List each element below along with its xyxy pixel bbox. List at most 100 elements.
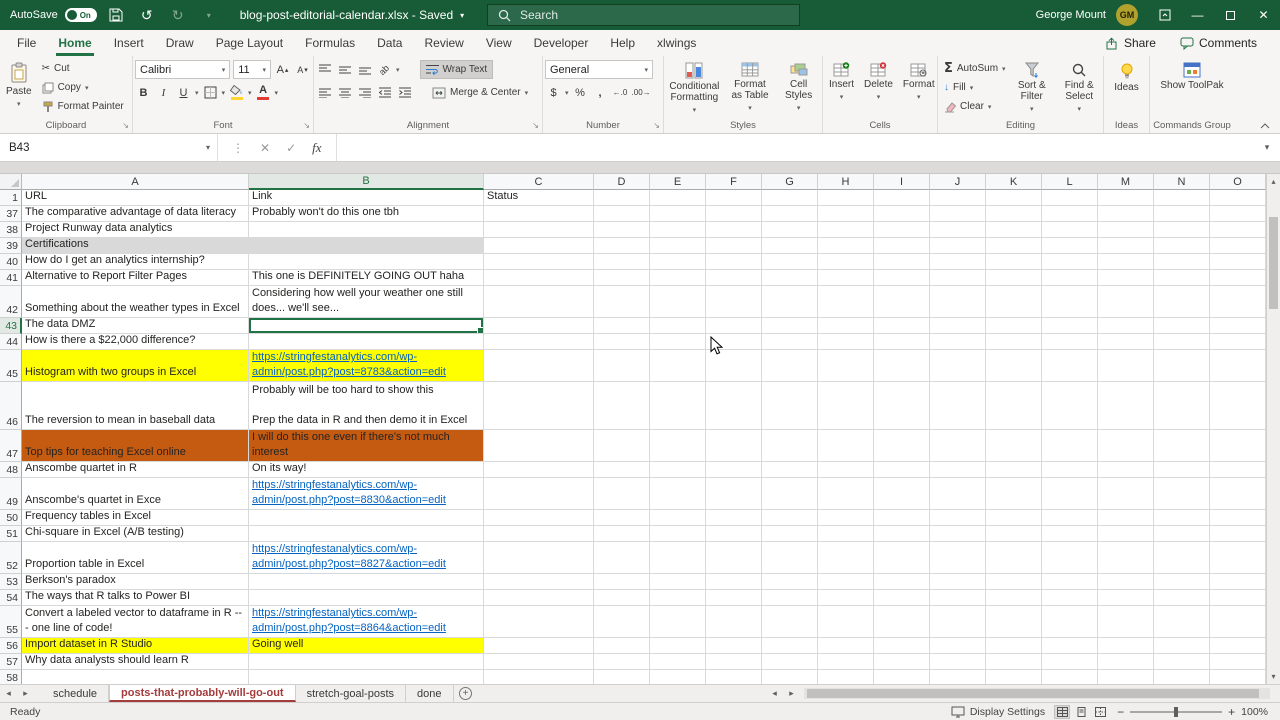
cell-J54[interactable] <box>930 590 986 606</box>
cell-M55[interactable] <box>1098 606 1154 638</box>
cell-L47[interactable] <box>1042 430 1098 462</box>
ribbon-tab-view[interactable]: View <box>475 30 523 56</box>
cell-H46[interactable] <box>818 382 874 430</box>
cell-D47[interactable] <box>594 430 650 462</box>
wrap-text-button[interactable]: Wrap Text <box>420 60 494 79</box>
show-toolpak-button[interactable]: Show ToolPak <box>1156 59 1227 91</box>
insert-cells-button[interactable]: Insert ▾ <box>825 59 858 103</box>
cell-B48[interactable]: On its way! <box>249 462 484 478</box>
decrease-indent-icon[interactable] <box>376 84 393 102</box>
cell-L49[interactable] <box>1042 478 1098 510</box>
cell-D56[interactable] <box>594 638 650 654</box>
cell-M40[interactable] <box>1098 254 1154 270</box>
row-header-43[interactable]: 43 <box>0 318 22 334</box>
cut-button[interactable]: ✂Cut <box>38 59 128 78</box>
cell-C51[interactable] <box>484 526 594 542</box>
ribbon-tab-home[interactable]: Home <box>47 30 102 56</box>
cell-C49[interactable] <box>484 478 594 510</box>
cell-A39[interactable]: Certifications <box>22 238 249 254</box>
format-painter-button[interactable]: Format Painter <box>38 97 128 116</box>
cell-L37[interactable] <box>1042 206 1098 222</box>
sheet-nav-right-icon[interactable]: ▸ <box>17 685 34 702</box>
cell-J43[interactable] <box>930 318 986 334</box>
column-header-E[interactable]: E <box>650 174 706 190</box>
cell-A57[interactable]: Why data analysts should learn R <box>22 654 249 670</box>
cell-J37[interactable] <box>930 206 986 222</box>
cell-H57[interactable] <box>818 654 874 670</box>
cell-C47[interactable] <box>484 430 594 462</box>
find-select-button[interactable]: Find & Select ▾ <box>1057 59 1101 115</box>
cell-C53[interactable] <box>484 574 594 590</box>
cell-F56[interactable] <box>706 638 762 654</box>
cell-D58[interactable] <box>594 670 650 684</box>
sheet-tab-done[interactable]: done <box>406 685 453 702</box>
hscroll-right-icon[interactable]: ▸ <box>783 688 800 699</box>
cell-E45[interactable] <box>650 350 706 382</box>
cell-A51[interactable]: Chi-square in Excel (A/B testing) <box>22 526 249 542</box>
zoom-slider-knob[interactable] <box>1174 707 1178 717</box>
cell-L58[interactable] <box>1042 670 1098 684</box>
cell-B45[interactable]: https://stringfestanalytics.com/wp-admin… <box>249 350 484 382</box>
cell-D46[interactable] <box>594 382 650 430</box>
align-center-icon[interactable] <box>336 84 353 102</box>
cell-O42[interactable] <box>1210 286 1266 318</box>
cell-M47[interactable] <box>1098 430 1154 462</box>
cell-A46[interactable]: The reversion to mean in baseball data <box>22 382 249 430</box>
fill-button[interactable]: ↓Fill▾ <box>940 78 1006 97</box>
cell-N45[interactable] <box>1154 350 1210 382</box>
cell-I49[interactable] <box>874 478 930 510</box>
row-header-51[interactable]: 51 <box>0 526 22 542</box>
cell-L43[interactable] <box>1042 318 1098 334</box>
cell-B43[interactable] <box>249 318 484 334</box>
cell-A43[interactable]: The data DMZ <box>22 318 249 334</box>
increase-decimal-button[interactable]: ←.0 <box>612 84 629 102</box>
cell-G38[interactable] <box>762 222 818 238</box>
column-header-D[interactable]: D <box>594 174 650 190</box>
cell-E51[interactable] <box>650 526 706 542</box>
bold-button[interactable]: B <box>135 84 152 102</box>
cell-E57[interactable] <box>650 654 706 670</box>
cell-E48[interactable] <box>650 462 706 478</box>
column-header-N[interactable]: N <box>1154 174 1210 190</box>
cell-K37[interactable] <box>986 206 1042 222</box>
formula-menu-dots-icon[interactable]: ⋮ <box>232 141 244 155</box>
cell-M37[interactable] <box>1098 206 1154 222</box>
avatar[interactable]: GM <box>1116 4 1138 26</box>
cell-I46[interactable] <box>874 382 930 430</box>
cell-I42[interactable] <box>874 286 930 318</box>
cell-I58[interactable] <box>874 670 930 684</box>
cell-F48[interactable] <box>706 462 762 478</box>
cell-B42[interactable]: Considering how well your weather one st… <box>249 286 484 318</box>
cancel-icon[interactable]: ✕ <box>260 141 270 155</box>
share-button[interactable]: Share <box>1096 34 1165 52</box>
cell-O45[interactable] <box>1210 350 1266 382</box>
cell-G42[interactable] <box>762 286 818 318</box>
maximize-button[interactable] <box>1214 0 1247 30</box>
cell-B1[interactable]: Link <box>249 190 484 206</box>
cell-H44[interactable] <box>818 334 874 350</box>
cell-H41[interactable] <box>818 270 874 286</box>
cell-O41[interactable] <box>1210 270 1266 286</box>
column-header-G[interactable]: G <box>762 174 818 190</box>
cell-K54[interactable] <box>986 590 1042 606</box>
cell-F50[interactable] <box>706 510 762 526</box>
cell-O37[interactable] <box>1210 206 1266 222</box>
cell-O48[interactable] <box>1210 462 1266 478</box>
cell-K43[interactable] <box>986 318 1042 334</box>
align-top-icon[interactable] <box>316 61 333 79</box>
column-header-H[interactable]: H <box>818 174 874 190</box>
cell-K39[interactable] <box>986 238 1042 254</box>
column-header-A[interactable]: A <box>22 174 249 190</box>
cell-G52[interactable] <box>762 542 818 574</box>
zoom-slider[interactable] <box>1130 711 1222 713</box>
cell-J42[interactable] <box>930 286 986 318</box>
borders-button[interactable] <box>202 84 219 102</box>
cell-G1[interactable] <box>762 190 818 206</box>
ribbon-tab-file[interactable]: File <box>6 30 47 56</box>
cell-A53[interactable]: Berkson's paradox <box>22 574 249 590</box>
cell-K41[interactable] <box>986 270 1042 286</box>
cell-F52[interactable] <box>706 542 762 574</box>
cell-M54[interactable] <box>1098 590 1154 606</box>
cell-G47[interactable] <box>762 430 818 462</box>
cell-M58[interactable] <box>1098 670 1154 684</box>
